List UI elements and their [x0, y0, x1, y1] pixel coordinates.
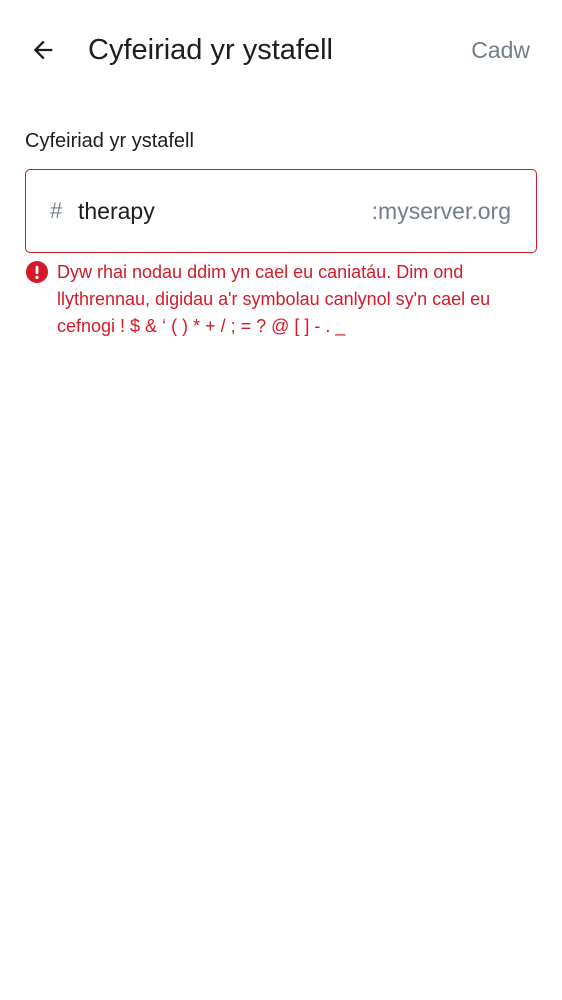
- room-address-screen: Cyfeiriad yr ystafell Cadw Cyfeiriad yr …: [0, 0, 562, 1000]
- server-suffix: :myserver.org: [371, 198, 511, 224]
- back-button[interactable]: [20, 27, 66, 73]
- error-message: Dyw rhai nodau ddim yn cael eu caniatáu.…: [57, 262, 491, 336]
- page-title: Cyfeiriad yr ystafell: [88, 34, 333, 66]
- room-address-label: Cyfeiriad yr ystafell: [25, 130, 194, 152]
- room-address-field[interactable]: # :myserver.org: [25, 169, 537, 253]
- arrow-left-icon: [33, 40, 53, 60]
- top-app-bar: Cyfeiriad yr ystafell Cadw: [0, 0, 562, 100]
- room-alias-input[interactable]: [78, 192, 338, 230]
- save-button[interactable]: Cadw: [471, 32, 530, 68]
- hash-prefix: #: [50, 198, 63, 223]
- error-icon: [26, 261, 48, 283]
